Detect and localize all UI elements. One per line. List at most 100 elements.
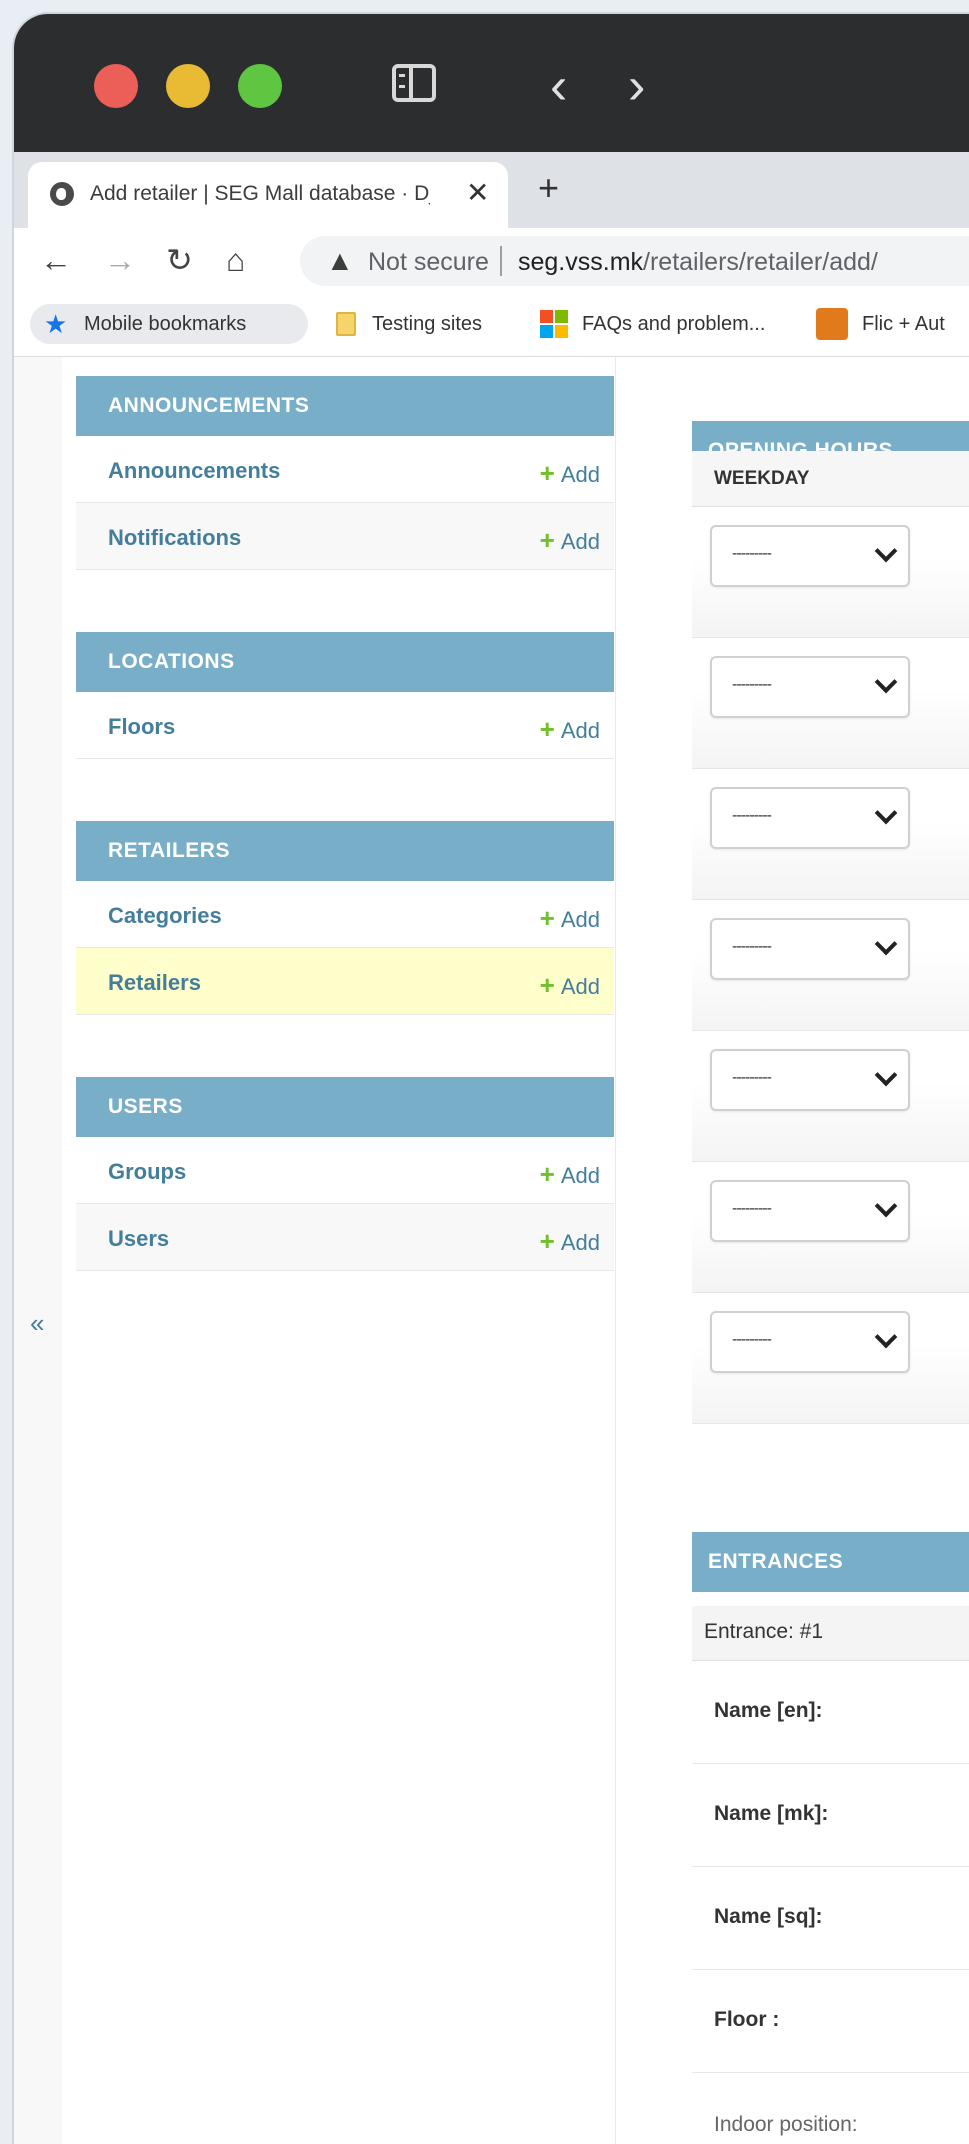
form-row-name-mk: Name [mk]: bbox=[692, 1764, 969, 1867]
nav-collapse-strip: « bbox=[14, 357, 63, 2144]
browser-window: ‹ › Add retailer | SEG Mall database · D… bbox=[14, 14, 969, 2144]
opening-hours-row: --------- bbox=[692, 900, 969, 1031]
sidebar-item-floors: Floors + Add bbox=[76, 692, 614, 759]
new-tab-button[interactable]: + bbox=[538, 170, 559, 206]
folder-icon bbox=[336, 312, 356, 336]
model-link[interactable]: Announcements bbox=[108, 458, 280, 484]
add-link[interactable]: + Add bbox=[540, 1226, 600, 1257]
module-caption[interactable]: RETAILERS bbox=[76, 821, 614, 881]
chevron-down-icon bbox=[874, 539, 898, 563]
chevron-down-icon bbox=[874, 801, 898, 825]
warning-icon[interactable]: ▲ bbox=[326, 244, 354, 278]
model-link[interactable]: Retailers bbox=[108, 970, 201, 996]
collapse-sidebar-button[interactable]: « bbox=[30, 1309, 44, 1337]
add-label: Add bbox=[560, 907, 600, 932]
add-link[interactable]: + Add bbox=[540, 1159, 600, 1190]
add-link[interactable]: + Add bbox=[540, 458, 600, 489]
opening-hours-row: --------- bbox=[692, 1031, 969, 1162]
opening-hours-row: --------- bbox=[692, 1162, 969, 1293]
security-label[interactable]: Not secure bbox=[368, 248, 489, 277]
form-row-floor: Floor : bbox=[692, 1970, 969, 2073]
add-link[interactable]: + Add bbox=[540, 903, 600, 934]
add-link[interactable]: + Add bbox=[540, 970, 600, 1001]
minimize-window-button[interactable] bbox=[166, 64, 210, 108]
sidebar-toggle-icon[interactable] bbox=[392, 64, 436, 102]
nav-sidebar: ANNOUNCEMENTS Announcements + Add Notific… bbox=[62, 357, 616, 2144]
weekday-select-value: --------- bbox=[732, 1200, 772, 1217]
weekday-column-header: WEEKDAY bbox=[692, 451, 969, 507]
forward-arrow-icon[interactable]: → bbox=[104, 242, 136, 278]
module-caption[interactable]: USERS bbox=[76, 1077, 614, 1137]
opening-hours-row: --------- bbox=[692, 1293, 969, 1424]
home-icon[interactable]: ⌂ bbox=[226, 242, 245, 278]
field-label: Name [en]: bbox=[714, 1699, 823, 1722]
forward-chevron-icon[interactable]: › bbox=[628, 60, 645, 112]
bookmark-label: Testing sites bbox=[372, 313, 483, 335]
bookmarks-bar: ★ Mobile bookmarks Testing sites FAQs an… bbox=[14, 294, 969, 357]
add-label: Add bbox=[560, 529, 600, 554]
opening-hours-row: --------- bbox=[692, 638, 969, 769]
field-label: Indoor position: bbox=[714, 2113, 858, 2136]
close-window-button[interactable] bbox=[94, 64, 138, 108]
module-caption[interactable]: ANNOUNCEMENTS bbox=[76, 376, 614, 436]
plus-icon: + bbox=[539, 525, 555, 555]
weekday-header-label: WEEKDAY bbox=[714, 468, 810, 489]
star-icon: ★ bbox=[44, 309, 68, 339]
omnibox-divider bbox=[500, 246, 502, 276]
weekday-select[interactable]: --------- bbox=[710, 656, 910, 718]
tab-strip: Add retailer | SEG Mall database · Djang… bbox=[14, 152, 969, 228]
plus-icon: + bbox=[539, 1159, 555, 1189]
module-retailers: RETAILERS Categories + Add Retailers + Add bbox=[76, 821, 614, 1015]
weekday-select-value: --------- bbox=[732, 1331, 772, 1348]
form-row-name-en: Name [en]: bbox=[692, 1661, 969, 1764]
plus-icon: + bbox=[539, 458, 555, 488]
field-label: Name [mk]: bbox=[714, 1802, 829, 1825]
tab-close-icon[interactable]: ✕ bbox=[466, 176, 489, 210]
model-link[interactable]: Categories bbox=[108, 903, 222, 929]
plus-icon: + bbox=[539, 970, 555, 1000]
sidebar-item-groups: Groups + Add bbox=[76, 1137, 614, 1204]
opening-hours-row: --------- bbox=[692, 769, 969, 900]
back-arrow-icon[interactable]: ← bbox=[40, 242, 72, 278]
bookmark-mobile-bookmarks[interactable]: ★ Mobile bookmarks bbox=[30, 304, 308, 344]
weekday-select[interactable]: --------- bbox=[710, 1311, 910, 1373]
module-locations: LOCATIONS Floors + Add bbox=[76, 632, 614, 759]
weekday-select[interactable]: --------- bbox=[710, 1049, 910, 1111]
address-bar: ← → ↻ ⌂ ▲ Not secure seg.vss.mk/retailer… bbox=[14, 228, 969, 294]
sidebar-item-users: Users + Add bbox=[76, 1204, 614, 1271]
weekday-select[interactable]: --------- bbox=[710, 525, 910, 587]
form-row-indoor-position: Indoor position: bbox=[692, 2073, 969, 2144]
sidebar-item-retailers: Retailers + Add bbox=[76, 948, 614, 1015]
weekday-select[interactable]: --------- bbox=[710, 787, 910, 849]
add-link[interactable]: + Add bbox=[540, 525, 600, 556]
chevron-down-icon bbox=[874, 670, 898, 694]
main-content: OPENING HOURS WEEKDAY --------- --------… bbox=[616, 357, 969, 2144]
plus-icon: + bbox=[539, 903, 555, 933]
chevron-down-icon bbox=[874, 932, 898, 956]
url-text[interactable]: seg.vss.mk/retailers/retailer/add/ bbox=[518, 248, 878, 277]
module-caption[interactable]: LOCATIONS bbox=[76, 632, 614, 692]
model-link[interactable]: Notifications bbox=[108, 525, 241, 551]
window-titlebar: ‹ › bbox=[14, 14, 969, 152]
browser-tab-active[interactable]: Add retailer | SEG Mall database · Djang… bbox=[28, 162, 508, 228]
url-input[interactable]: ▲ Not secure seg.vss.mk/retailers/retail… bbox=[300, 236, 969, 286]
model-link[interactable]: Users bbox=[108, 1226, 169, 1252]
sidebar-item-announcements: Announcements + Add bbox=[76, 436, 614, 503]
sidebar-item-categories: Categories + Add bbox=[76, 881, 614, 948]
maximize-window-button[interactable] bbox=[238, 64, 282, 108]
entrance-title-text: Entrance: #1 bbox=[704, 1620, 824, 1643]
weekday-select[interactable]: --------- bbox=[710, 1180, 910, 1242]
model-link[interactable]: Groups bbox=[108, 1159, 186, 1185]
field-label: Floor : bbox=[714, 2008, 780, 2031]
reload-icon[interactable]: ↻ bbox=[166, 242, 193, 278]
weekday-select-value: --------- bbox=[732, 938, 772, 955]
url-host: seg.vss.mk bbox=[518, 248, 644, 276]
back-chevron-icon[interactable]: ‹ bbox=[550, 60, 567, 112]
weekday-select[interactable]: --------- bbox=[710, 918, 910, 980]
add-link[interactable]: + Add bbox=[540, 714, 600, 745]
microsoft-icon bbox=[540, 310, 568, 338]
model-link[interactable]: Floors bbox=[108, 714, 175, 740]
django-admin-page: « ANNOUNCEMENTS Announcements + Add Notif… bbox=[14, 357, 969, 2144]
chevron-down-icon bbox=[874, 1063, 898, 1087]
add-label: Add bbox=[560, 1163, 600, 1188]
